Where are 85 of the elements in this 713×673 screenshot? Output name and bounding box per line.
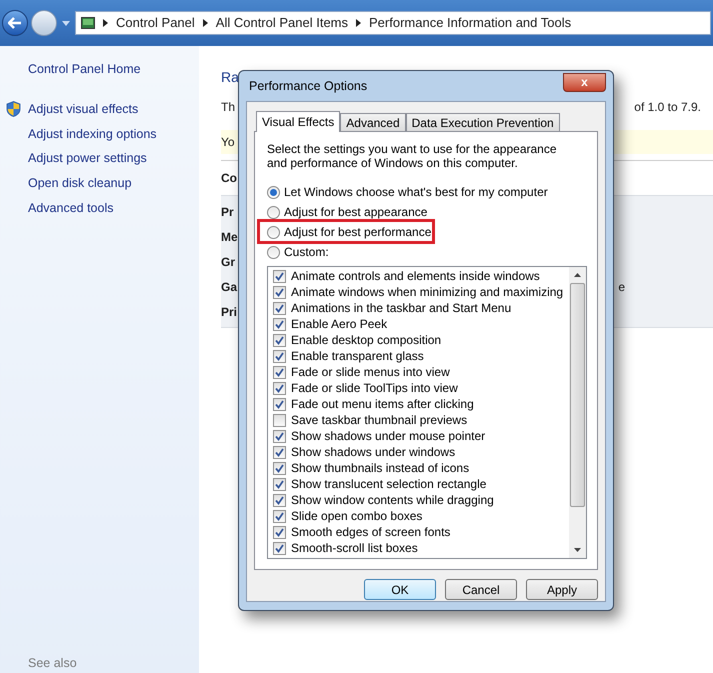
intro-text: of 1.0 to 7.9.	[634, 99, 701, 116]
see-also-label: See also	[28, 655, 77, 672]
checkbox[interactable]	[273, 430, 286, 442]
checkbox-label: Fade or slide menus into view	[291, 364, 450, 381]
checkbox[interactable]	[273, 318, 286, 330]
scroll-thumb[interactable]	[570, 283, 585, 507]
radio-button[interactable]	[267, 186, 280, 198]
checkbox[interactable]	[273, 270, 286, 282]
checkbox-label: Show shadows under windows	[291, 444, 456, 461]
checkbox[interactable]	[273, 526, 286, 538]
breadcrumb[interactable]: Control Panel	[116, 13, 195, 33]
tab[interactable]: Visual Effects	[256, 111, 340, 132]
checkbox-label: Enable Aero Peek	[291, 316, 388, 333]
checkbox[interactable]	[273, 462, 286, 474]
scroll-up-icon[interactable]	[574, 273, 581, 277]
checkbox-label: Animate windows when minimizing and maximizing	[291, 284, 564, 301]
checkbox[interactable]	[273, 398, 286, 410]
checkbox-label: Show shadows under mouse pointer	[291, 428, 486, 445]
intro-text: Th	[221, 99, 236, 116]
forward-button[interactable]	[31, 10, 57, 36]
checkbox-label: Animations in the taskbar and Start Menu	[291, 300, 512, 317]
radio-label: Let Windows choose what's best for my computer	[284, 184, 548, 201]
sidebar-link[interactable]: Open disk cleanup	[28, 176, 132, 190]
row-label: Pr	[221, 204, 234, 220]
section-label: Co	[221, 171, 237, 185]
checkbox-label: Slide open combo boxes	[291, 508, 422, 525]
radio-label: Adjust for best performance	[284, 224, 432, 241]
chevron-icon	[202, 19, 208, 27]
checkbox[interactable]	[273, 350, 286, 362]
row-text: e	[618, 279, 625, 295]
dropdown-caret-icon[interactable]	[62, 20, 70, 26]
shield-icon	[6, 100, 21, 117]
breadcrumb[interactable]: Performance Information and Tools	[369, 13, 572, 33]
chevron-icon	[103, 19, 108, 27]
checkbox[interactable]	[273, 366, 286, 378]
checkbox-label: Enable desktop composition	[291, 332, 442, 349]
tab[interactable]: Data Execution Prevention	[406, 113, 560, 131]
row-label: Gr	[221, 254, 236, 270]
checkbox-label: Save taskbar thumbnail previews	[291, 412, 468, 429]
radio-button[interactable]	[267, 206, 280, 218]
chevron-icon	[356, 19, 362, 27]
checkbox-label: Show thumbnails instead of icons	[291, 460, 470, 477]
checkbox[interactable]	[273, 302, 286, 314]
breadcrumb[interactable]: All Control Panel Items	[216, 13, 348, 33]
sidebar-link[interactable]: Adjust visual effects	[28, 102, 138, 116]
checkbox-label: Smooth-scroll list boxes	[291, 540, 418, 557]
row-label: Me	[221, 229, 238, 245]
radio-button[interactable]	[267, 226, 280, 238]
radio-label: Adjust for best appearance	[284, 204, 428, 221]
checkbox-label: Fade or slide ToolTips into view	[291, 380, 458, 397]
dialog-button[interactable]: Cancel	[445, 579, 517, 600]
row-label: Pri	[221, 304, 238, 320]
page-heading: Ra	[221, 68, 239, 87]
back-arrow-icon	[8, 17, 22, 29]
checkbox[interactable]	[273, 542, 286, 554]
checkbox-label: Animate controls and elements inside windows	[291, 268, 540, 285]
sidebar-link[interactable]: Adjust indexing options	[28, 126, 157, 140]
checkbox[interactable]	[273, 446, 286, 458]
tab[interactable]: Advanced	[340, 113, 406, 131]
checkbox-label: Show window contents while dragging	[291, 492, 494, 509]
checkbox[interactable]	[273, 382, 286, 394]
checkbox-label: Show translucent selection rectangle	[291, 476, 486, 493]
checkbox[interactable]	[273, 478, 286, 490]
sidebar-link[interactable]: Adjust power settings	[28, 151, 147, 166]
checkbox[interactable]	[273, 414, 286, 426]
sidebar-link[interactable]: Advanced tools	[28, 200, 114, 215]
checkbox-label: Smooth edges of screen fonts	[291, 524, 450, 541]
radio-button[interactable]	[267, 246, 280, 258]
checkbox[interactable]	[273, 286, 286, 298]
dialog-button[interactable]: Apply	[526, 579, 598, 600]
scroll-down-icon[interactable]	[574, 548, 581, 552]
checkbox[interactable]	[273, 334, 286, 346]
sidebar-link[interactable]: Control Panel Home	[28, 60, 141, 79]
checkbox-label: Enable transparent glass	[291, 348, 424, 365]
radio-label: Custom:	[284, 244, 329, 261]
control-panel-icon	[81, 17, 95, 29]
dialog-button[interactable]: OK	[364, 579, 436, 600]
row-label: Ga	[221, 279, 238, 295]
address-bar[interactable]: Control Panel All Control Panel Items Performance Information and Tools	[75, 11, 711, 35]
checkbox-label: Fade out menu items after clicking	[291, 396, 474, 413]
dialog-title: Performance Options	[249, 78, 368, 95]
back-button[interactable]	[2, 10, 28, 36]
checkbox[interactable]	[273, 494, 286, 506]
scrollbar[interactable]	[569, 267, 586, 558]
checkbox[interactable]	[273, 510, 286, 522]
